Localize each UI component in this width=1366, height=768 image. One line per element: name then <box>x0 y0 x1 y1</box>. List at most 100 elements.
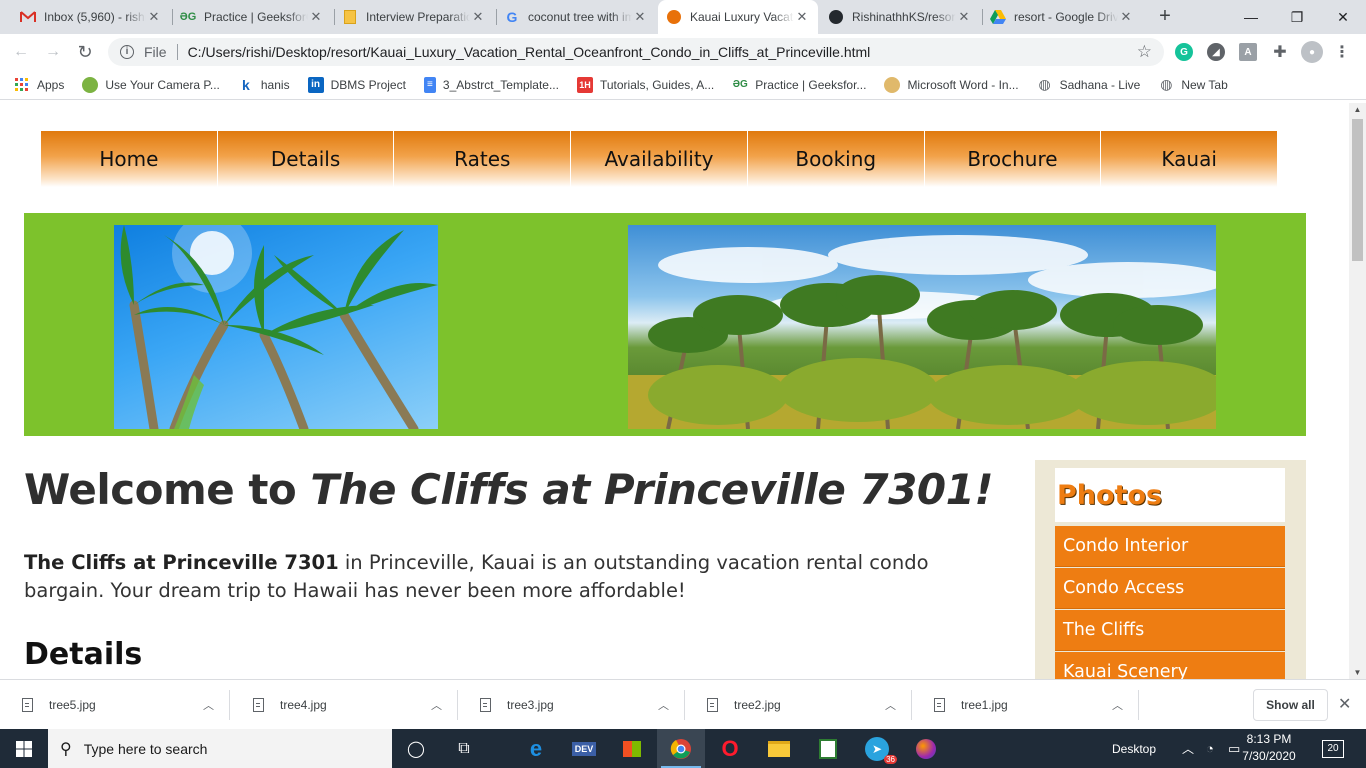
file-explorer-icon[interactable] <box>755 729 803 768</box>
bookmark-camera[interactable]: Use Your Camera P... <box>82 76 220 93</box>
task-view-icon[interactable]: ⧉ <box>440 729 488 768</box>
page-scrollbar[interactable]: ▲ ▼ <box>1349 103 1366 679</box>
page-viewport: Home Details Rates Availability Booking … <box>0 103 1349 679</box>
nav-details[interactable]: Details <box>217 131 394 187</box>
reload-button[interactable]: ↻ <box>73 40 97 64</box>
scrollbar-thumb[interactable] <box>1352 119 1363 261</box>
close-tab-icon[interactable]: ✕ <box>146 9 162 25</box>
tab-strip: Inbox (5,960) - rishinathhks@gmail.com ✕… <box>0 0 1366 34</box>
store-icon[interactable] <box>608 729 656 768</box>
tab-gmail[interactable]: Inbox (5,960) - rishinathhks@gmail.com ✕ <box>12 0 170 34</box>
tab-google-drive[interactable]: resort - Google Drive ✕ <box>982 0 1142 34</box>
taskbar-search-box[interactable]: ⚲ Type here to search <box>48 729 392 768</box>
cortana-icon[interactable]: ◯ <box>392 729 440 768</box>
download-item[interactable]: tree1.jpg ︿ <box>912 680 1139 730</box>
clock-date: 7/30/2020 <box>1242 749 1296 763</box>
tab-geeksforgeeks[interactable]: ƏG Practice | GeeksforGeeks ✕ <box>172 0 332 34</box>
bookmark-label: hanis <box>260 77 290 92</box>
close-tab-icon[interactable]: ✕ <box>956 9 972 25</box>
download-item[interactable]: tree4.jpg ︿ <box>231 680 458 730</box>
chart-app-icon[interactable] <box>804 729 852 768</box>
sidebar-item-condo-interior[interactable]: Condo Interior <box>1055 526 1285 567</box>
bookmark-tutorials[interactable]: 1H Tutorials, Guides, A... <box>576 76 714 93</box>
wifi-icon[interactable]: ◔ <box>1206 729 1214 768</box>
close-tab-icon[interactable]: ✕ <box>794 9 810 25</box>
notifications-icon[interactable]: 20 <box>1322 729 1344 768</box>
tab-github[interactable]: RishinathhKS/resort ✕ <box>820 0 980 34</box>
show-all-button[interactable]: Show all <box>1253 689 1328 721</box>
nav-rates[interactable]: Rates <box>394 131 571 187</box>
back-button[interactable]: ← <box>9 40 33 64</box>
tab-interview-preparation[interactable]: Interview Preparation ✕ <box>334 0 494 34</box>
close-tab-icon[interactable]: ✕ <box>470 9 486 25</box>
bookmark-practice-gfg[interactable]: ƏG Practice | Geeksfor... <box>732 77 867 93</box>
system-clock[interactable]: 8:13 PM 7/30/2020 <box>1240 731 1298 765</box>
chevron-up-icon[interactable]: ︿ <box>1182 729 1194 768</box>
bookmark-abstract-template[interactable]: ≡ 3_Abstrct_Template... <box>423 76 559 93</box>
welcome-property-name: The Cliffs at Princeville 7301! <box>310 465 993 514</box>
download-item[interactable]: tree2.jpg ︿ <box>685 680 912 730</box>
download-item[interactable]: tree5.jpg ︿ <box>0 680 230 730</box>
bookmark-hanis[interactable]: k hanis <box>238 77 290 93</box>
forward-button[interactable]: → <box>41 40 65 64</box>
maximize-button[interactable]: ❐ <box>1274 0 1320 34</box>
nav-home[interactable]: Home <box>41 131 217 187</box>
scroll-up-icon[interactable]: ▲ <box>1349 105 1366 114</box>
windows-start-icon[interactable] <box>0 729 48 768</box>
close-tab-icon[interactable]: ✕ <box>308 9 324 25</box>
close-window-button[interactable]: ✕ <box>1320 0 1366 34</box>
nav-brochure[interactable]: Brochure <box>924 131 1101 187</box>
grammarly-extension-icon[interactable]: G <box>1175 43 1193 61</box>
tab-title: coconut tree with images <box>528 10 632 24</box>
file-icon <box>22 698 33 712</box>
scroll-down-icon[interactable]: ▼ <box>1349 668 1366 677</box>
chrome-taskbar-icon[interactable] <box>657 729 705 768</box>
bookmark-dbms-project[interactable]: in DBMS Project <box>307 76 406 93</box>
nav-booking[interactable]: Booking <box>747 131 924 187</box>
bookmark-star-icon[interactable]: ☆ <box>1137 42 1152 62</box>
tab-kauai-active[interactable]: Kauai Luxury Vacation Rental ✕ <box>658 0 818 34</box>
new-tab-button[interactable]: + <box>1154 6 1176 28</box>
profile-avatar[interactable]: ● <box>1301 41 1323 63</box>
bookmark-new-tab[interactable]: ◍ New Tab <box>1158 76 1228 93</box>
battery-icon[interactable]: ▭ <box>1228 729 1240 768</box>
bookmark-sadhana-live[interactable]: ◍ Sadhana - Live <box>1037 76 1140 93</box>
sidebar-item-condo-access[interactable]: Condo Access <box>1055 568 1285 609</box>
close-tab-icon[interactable]: ✕ <box>1118 9 1134 25</box>
site-info-icon[interactable]: i <box>120 45 134 59</box>
paint-icon[interactable] <box>902 729 950 768</box>
file-icon <box>934 698 945 712</box>
url-text[interactable]: C:/Users/rishi/Desktop/resort/Kauai_Luxu… <box>188 44 871 60</box>
chevron-up-icon[interactable]: ︿ <box>431 697 442 713</box>
bookmark-microsoft-word[interactable]: Microsoft Word - In... <box>884 76 1019 93</box>
close-downloads-icon[interactable]: ✕ <box>1338 694 1351 714</box>
chevron-up-icon[interactable]: ︿ <box>203 697 214 713</box>
pdf-extension-icon[interactable]: A <box>1239 43 1257 61</box>
minimize-button[interactable]: — <box>1228 0 1274 34</box>
windows-taskbar: ⚲ Type here to search ◯ ⧉ e DEV O ➤ 36 De… <box>0 729 1366 768</box>
sidebar-item-kauai-scenery[interactable]: Kauai Scenery <box>1055 652 1285 679</box>
close-tab-icon[interactable]: ✕ <box>632 9 648 25</box>
download-item[interactable]: tree3.jpg ︿ <box>458 680 685 730</box>
download-filename: tree3.jpg <box>507 698 554 712</box>
extension-icon[interactable]: ◢ <box>1207 43 1225 61</box>
tab-title: Kauai Luxury Vacation Rental <box>690 10 794 24</box>
chevron-up-icon[interactable]: ︿ <box>658 697 669 713</box>
opera-icon[interactable]: O <box>706 729 754 768</box>
desktop-toolbar[interactable]: Desktop <box>1112 729 1156 768</box>
tab-coconut-tree-search[interactable]: G coconut tree with images ✕ <box>496 0 656 34</box>
edge-icon[interactable]: e <box>512 729 560 768</box>
bookmark-apps[interactable]: Apps <box>14 77 64 93</box>
bookmark-label: Microsoft Word - In... <box>907 77 1019 92</box>
address-bar[interactable]: i File C:/Users/rishi/Desktop/resort/Kau… <box>108 38 1164 66</box>
chevron-up-icon[interactable]: ︿ <box>1112 697 1123 713</box>
chevron-up-icon[interactable]: ︿ <box>885 697 896 713</box>
nav-kauai[interactable]: Kauai <box>1101 131 1278 187</box>
sidebar-item-the-cliffs[interactable]: The Cliffs <box>1055 610 1285 651</box>
menu-kebab-icon[interactable]: ⋮ <box>1333 43 1351 61</box>
devcpp-icon[interactable]: DEV <box>560 729 608 768</box>
palm-trees-sky-image <box>114 225 438 429</box>
nav-availability[interactable]: Availability <box>571 131 747 187</box>
extensions-puzzle-icon[interactable]: ✚ <box>1271 43 1289 61</box>
telegram-icon[interactable]: ➤ 36 <box>853 729 901 768</box>
